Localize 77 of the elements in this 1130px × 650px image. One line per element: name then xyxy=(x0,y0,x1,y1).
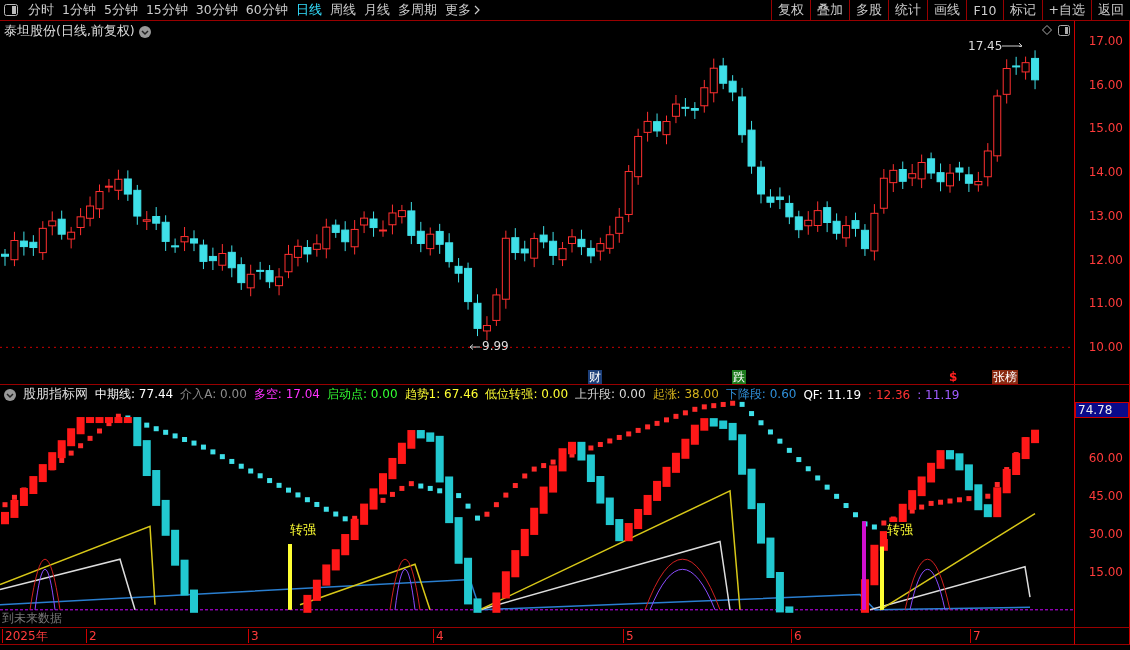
panel-toggle-icon[interactable] xyxy=(4,4,18,16)
axis-label: 15.00 xyxy=(1088,564,1123,579)
toolbar-button[interactable]: +自选 xyxy=(1041,0,1091,20)
toolbar-button[interactable]: 复权 xyxy=(771,0,811,20)
period-tab[interactable]: 多周期 xyxy=(393,0,441,20)
period-tab[interactable]: 分时 xyxy=(24,0,58,20)
axis-label: 14.00 xyxy=(1088,165,1123,180)
period-tab[interactable]: 60分钟 xyxy=(241,0,292,20)
indicator-value: 起涨: 38.00 xyxy=(652,386,719,403)
more-button[interactable]: 更多 xyxy=(440,0,484,20)
axis-label: 17.00 xyxy=(1088,34,1123,48)
current-value-label: 74.78 xyxy=(1075,402,1129,418)
axis-label: 13.00 xyxy=(1088,208,1123,223)
arc-line xyxy=(649,568,716,611)
overlay-text: 到未来数据 xyxy=(2,610,62,627)
indicator-value: 低位转强: 0.00 xyxy=(485,386,569,403)
diamond-icon[interactable] xyxy=(1042,25,1052,35)
event-badge[interactable]: 财 xyxy=(588,370,602,384)
indicator-value: 介入A: 0.00 xyxy=(180,386,247,403)
chevron-right-icon[interactable] xyxy=(473,5,480,15)
panel-toggle-icon[interactable] xyxy=(1058,25,1070,36)
signal-bar xyxy=(880,546,884,610)
chevron-down-circle-icon[interactable] xyxy=(138,25,151,38)
toolbar-button[interactable]: 多股 xyxy=(849,0,889,20)
period-tab[interactable]: 日线 xyxy=(291,0,326,20)
chevron-down-circle-icon[interactable] xyxy=(4,388,16,401)
period-tab[interactable]: 30分钟 xyxy=(191,0,242,20)
toolbar-button[interactable]: 统计 xyxy=(888,0,928,20)
indicator-value: QF: 11.19 xyxy=(803,387,862,402)
high-price-label: 17.45 xyxy=(968,39,1003,53)
indicator-value: 中期线: 77.44 xyxy=(95,386,174,403)
arc-line xyxy=(909,568,946,611)
toolbar-button[interactable]: 标记 xyxy=(1002,0,1042,20)
period-tab[interactable]: 月线 xyxy=(359,0,394,20)
axis-label: 10.00 xyxy=(1088,339,1123,354)
period-tab[interactable]: 1分钟 xyxy=(58,0,100,20)
indicator-value: 多空: 17.04 xyxy=(253,386,320,403)
indicator-value: 上升段: 0.00 xyxy=(575,386,646,403)
arc-line xyxy=(904,558,951,611)
date-label: 4 xyxy=(433,629,444,643)
toolbar-button[interactable]: 叠加 xyxy=(810,0,850,20)
signal-label: 转强 xyxy=(290,522,316,539)
axis-label: 15.00 xyxy=(1088,121,1123,136)
axis-label: 16.00 xyxy=(1088,77,1123,92)
date-label: 6 xyxy=(791,629,802,643)
date-label: 2 xyxy=(86,629,97,643)
toolbar-button[interactable]: 返回 xyxy=(1091,0,1130,20)
date-label: 5 xyxy=(623,629,634,643)
signal-label: 转强 xyxy=(887,522,913,539)
indicator-value: 下降段: 0.60 xyxy=(725,386,797,403)
period-tab[interactable]: 周线 xyxy=(325,0,360,20)
low-price-label: 9.99 xyxy=(482,339,509,354)
period-tab[interactable]: 15分钟 xyxy=(141,0,192,20)
axis-label: 45.00 xyxy=(1088,488,1123,503)
indicator-value: 趋势1: 67.46 xyxy=(404,386,479,403)
signal-bar xyxy=(288,544,292,610)
event-badge[interactable]: 张榜 xyxy=(992,370,1018,384)
period-tab[interactable]: 5分钟 xyxy=(99,0,142,20)
chart-title: 泰坦股份(日线,前复权) xyxy=(4,23,135,40)
axis-label: 12.00 xyxy=(1088,252,1123,267)
date-label: 2025年 xyxy=(2,629,48,643)
falling-bar-run xyxy=(946,450,992,518)
leader-arrow-icon[interactable] xyxy=(1002,41,1024,47)
indicator-name: 股朋指标网 xyxy=(23,386,88,403)
date-label: 7 xyxy=(970,629,981,643)
axis-label: 11.00 xyxy=(1088,296,1123,311)
date-label: 3 xyxy=(248,629,259,643)
indicator-value: : 12.36 xyxy=(868,387,911,402)
signal-mark[interactable]: $ xyxy=(948,370,959,384)
toolbar-button[interactable]: 画线 xyxy=(927,0,967,20)
axis-label: 30.00 xyxy=(1088,526,1123,541)
leader-arrow-icon[interactable] xyxy=(469,344,481,351)
toolbar-button[interactable]: F10 xyxy=(966,0,1003,20)
indicator-value: : 11.19 xyxy=(917,387,960,402)
event-badge[interactable]: 跌 xyxy=(732,370,746,384)
axis-label: 60.00 xyxy=(1088,451,1123,465)
indicator-value: 启动点: 0.00 xyxy=(327,386,398,403)
